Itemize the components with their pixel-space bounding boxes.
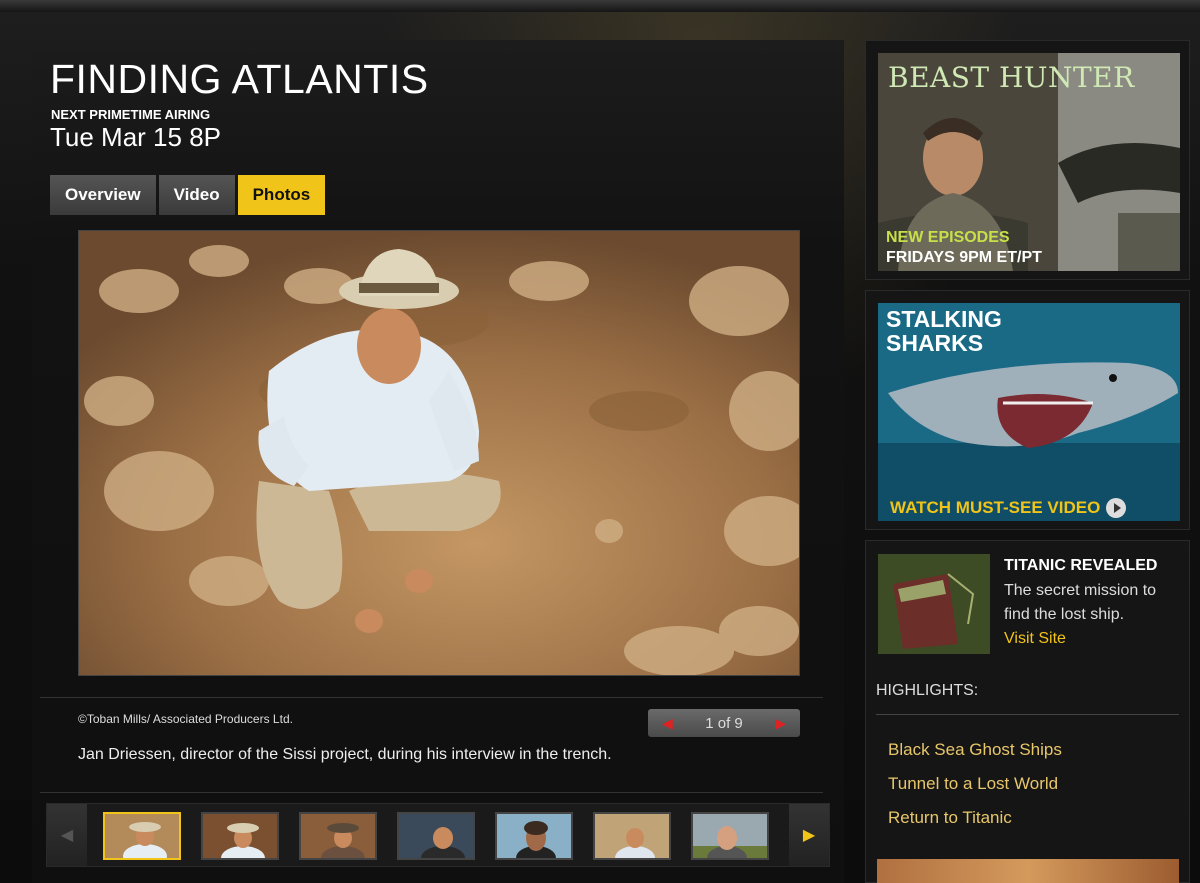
pager-next-button[interactable]: ▶	[775, 715, 786, 732]
thumbnail-image	[203, 814, 277, 858]
strip-next-button[interactable]: ▶	[789, 804, 829, 866]
top-strip	[0, 0, 1200, 12]
thumbnail-image	[693, 814, 767, 858]
beast-hunter-schedule: FRIDAYS 9PM ET/PT	[886, 249, 1042, 266]
thumbnail[interactable]	[397, 812, 475, 860]
thumbnail-image	[399, 814, 473, 858]
airing-time: Tue Mar 15 8P	[50, 122, 222, 152]
pager-count: 1 of 9	[705, 714, 743, 732]
beast-hunter-banner[interactable]: BEAST HUNTER NEW EPISODES FRIDAYS 9PM ET…	[878, 53, 1180, 271]
titanic-description: The secret mission to find the lost ship…	[1004, 582, 1157, 623]
photo-pager: ◀ 1 of 9 ▶	[648, 709, 800, 737]
bottom-promo-banner[interactable]	[877, 859, 1179, 883]
thumbnail[interactable]	[201, 812, 279, 860]
page-title: FINDING ATLANTIS	[50, 56, 429, 102]
thumbnail-image	[595, 814, 669, 858]
divider	[40, 792, 823, 793]
watch-video-label: WATCH MUST-SEE VIDEO	[890, 498, 1101, 517]
titanic-highlights-panel: TITANIC REVEALED The secret mission to f…	[865, 540, 1190, 883]
photo-caption: Jan Driessen, director of the Sissi proj…	[78, 746, 612, 763]
thumbnail[interactable]	[299, 812, 377, 860]
titanic-title: TITANIC REVEALED	[1004, 557, 1158, 574]
photo-credit: ©Toban Mills/ Associated Producers Ltd.	[78, 712, 293, 726]
main-photo[interactable]	[78, 230, 800, 676]
visit-site-link[interactable]: Visit Site	[1004, 630, 1066, 648]
thumbnail-image	[497, 814, 571, 858]
thumbnail-image	[301, 814, 375, 858]
thumbnail[interactable]	[103, 812, 181, 860]
highlight-link[interactable]: Black Sea Ghost Ships	[888, 740, 1062, 760]
beast-hunter-title: BEAST HUNTER	[888, 61, 1135, 94]
stalking-sharks-title: STALKING SHARKS	[886, 306, 1002, 356]
watch-video-link[interactable]: WATCH MUST-SEE VIDEO	[890, 498, 1127, 518]
airing-label: NEXT PRIMETIME AIRING	[51, 107, 211, 122]
tab-photos[interactable]: Photos	[237, 175, 326, 215]
thumbnail[interactable]	[495, 812, 573, 860]
pager-prev-button[interactable]: ◀	[662, 715, 673, 732]
play-icon	[1106, 498, 1127, 518]
divider	[40, 697, 823, 698]
highlight-link[interactable]: Tunnel to a Lost World	[888, 774, 1058, 794]
titanic-wreck-illustration	[878, 554, 990, 654]
thumbnail[interactable]	[593, 812, 671, 860]
strip-prev-button[interactable]: ◀	[47, 804, 87, 866]
beast-hunter-promo[interactable]: BEAST HUNTER NEW EPISODES FRIDAYS 9PM ET…	[865, 40, 1190, 280]
thumbnail[interactable]	[691, 812, 769, 860]
highlight-link[interactable]: Return to Titanic	[888, 808, 1012, 828]
stalking-sharks-promo[interactable]: STALKING SHARKS WATCH MUST-SEE VIDEO	[865, 290, 1190, 530]
highlights-heading: HIGHLIGHTS:	[876, 682, 979, 699]
beast-hunter-new-episodes: NEW EPISODES	[886, 229, 1010, 246]
titanic-thumbnail[interactable]	[878, 554, 990, 654]
tab-video[interactable]: Video	[158, 175, 235, 215]
tab-overview[interactable]: Overview	[50, 175, 156, 215]
stalking-sharks-banner[interactable]: STALKING SHARKS WATCH MUST-SEE VIDEO	[878, 303, 1180, 521]
thumbnail-image	[105, 814, 179, 858]
thumbnail-strip: ◀ ▶	[46, 803, 830, 867]
main-photo-illustration	[79, 231, 799, 675]
tab-bar: Overview Video Photos	[50, 175, 326, 215]
divider	[876, 714, 1179, 715]
